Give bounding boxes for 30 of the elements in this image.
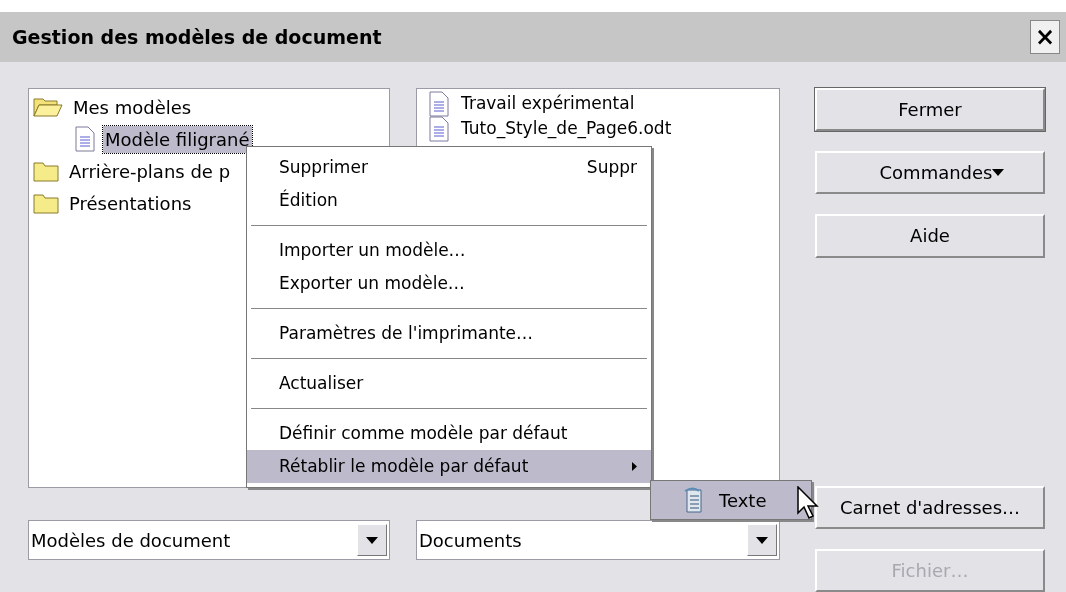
dialog-button[interactable]: Carnet d'adresses… — [815, 485, 1045, 529]
list-item[interactable]: Tuto_Style_de_Page6.odt — [461, 115, 672, 142]
menu-item[interactable]: Actualiser — [247, 367, 651, 400]
caret-icon — [992, 169, 1005, 177]
menu-item[interactable]: Importer un modèle… — [247, 234, 651, 267]
document-icon — [429, 115, 449, 142]
list-item[interactable]: Travail expérimental — [461, 90, 635, 117]
menu-item[interactable]: Texte — [651, 481, 811, 519]
menu-item[interactable]: Exporter un modèle… — [247, 267, 651, 300]
tree-item[interactable]: Arrière-plans de p — [67, 157, 233, 185]
document-icon — [75, 126, 95, 152]
document-select[interactable]: Documents — [416, 520, 780, 560]
dialog-button[interactable]: Fermer — [815, 88, 1045, 132]
menu-item[interactable]: Édition — [247, 184, 651, 217]
category-select[interactable]: Modèles de document — [28, 520, 390, 560]
tree-item[interactable]: Modèle filigrané — [103, 125, 252, 153]
menu-item[interactable]: Définir comme modèle par défaut — [247, 417, 651, 450]
submenu-arrow-icon — [632, 462, 637, 471]
menu-item[interactable]: Rétablir le modèle par défaut — [247, 450, 651, 483]
menu-item[interactable]: Supprimer Suppr — [247, 151, 651, 184]
close-button[interactable]: × — [1030, 20, 1060, 54]
open-folder-icon — [33, 96, 63, 118]
tree-item[interactable]: Présentations — [67, 189, 194, 217]
commands-menu-button[interactable]: Commandes — [815, 151, 1045, 195]
dialog-button[interactable]: Aide — [815, 214, 1045, 258]
window-title: Gestion des modèles de document — [12, 24, 383, 50]
folder-icon — [33, 160, 59, 182]
folder-icon — [33, 192, 59, 214]
tree-item[interactable]: Mes modèles — [71, 93, 194, 121]
menu-item[interactable]: Paramètres de l'imprimante… — [247, 317, 651, 350]
